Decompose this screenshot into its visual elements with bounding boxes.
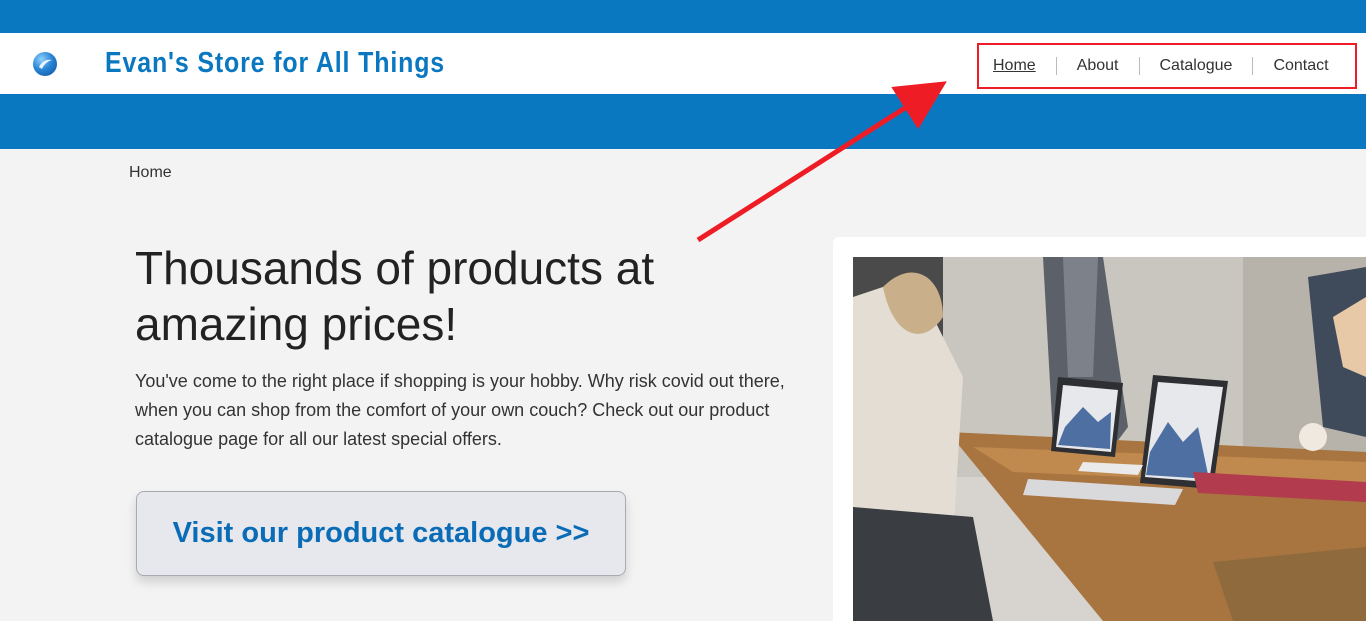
- nav-about-link[interactable]: About: [1077, 57, 1119, 75]
- globe-swirl-icon[interactable]: [33, 52, 57, 76]
- visit-catalogue-button[interactable]: Visit our product catalogue >>: [136, 491, 626, 576]
- header-band: [0, 94, 1366, 149]
- site-title[interactable]: Evan's Store for All Things: [105, 47, 445, 80]
- nav-contact-link[interactable]: Contact: [1273, 57, 1328, 75]
- nav-divider: [1252, 57, 1254, 75]
- nav-divider: [1055, 57, 1057, 75]
- hero-intro-text: You've come to the right place if shoppi…: [135, 371, 785, 449]
- top-color-bar: [0, 0, 1366, 33]
- office-meeting-photo: [853, 257, 1366, 621]
- nav-divider: [1138, 57, 1140, 75]
- breadcrumb: Home: [129, 164, 172, 181]
- main-nav: Home About Catalogue Contact: [977, 43, 1357, 89]
- hero-headline: Thousands of products at amazing prices!: [135, 242, 655, 350]
- nav-catalogue-link[interactable]: Catalogue: [1160, 57, 1233, 75]
- nav-home-link[interactable]: Home: [993, 57, 1036, 75]
